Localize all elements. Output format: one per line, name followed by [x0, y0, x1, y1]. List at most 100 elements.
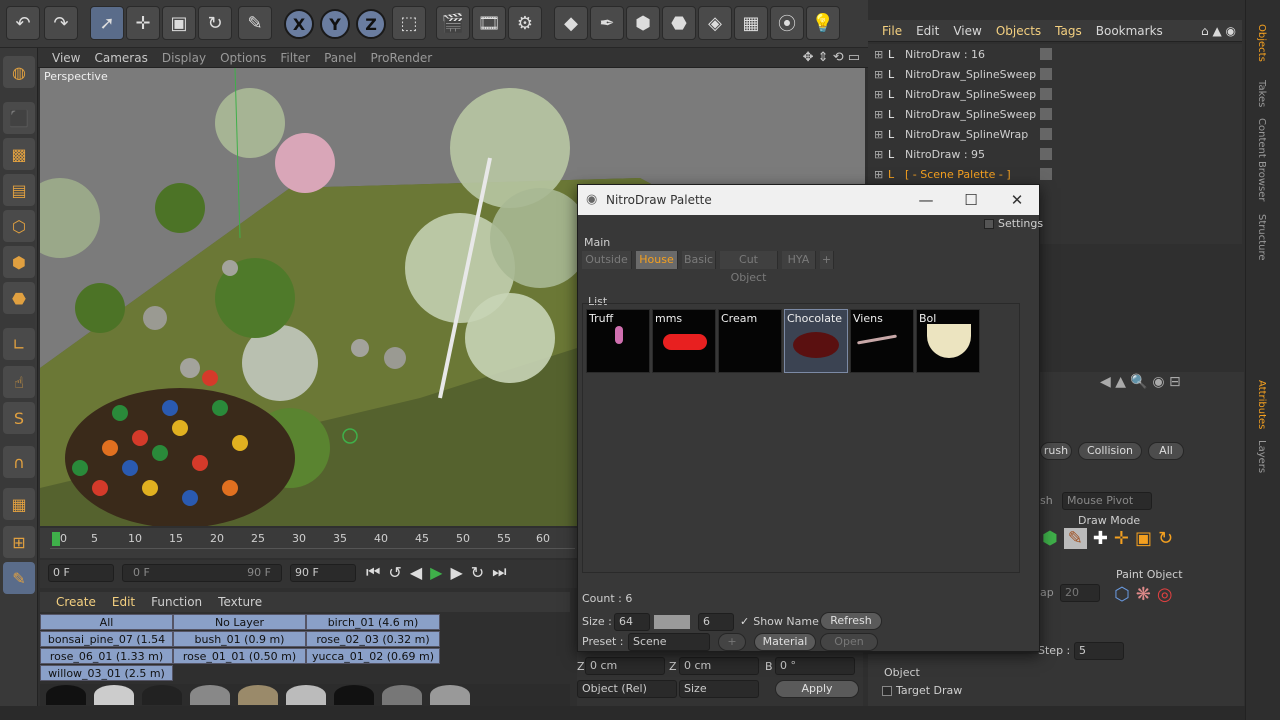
target-draw-row[interactable]: Target Draw [882, 684, 962, 697]
camera-icon[interactable]: ⦿ [770, 6, 804, 40]
select-tool-icon[interactable]: ➚ [90, 6, 124, 40]
viewport-menu-display[interactable]: Display [162, 51, 206, 65]
gap-field[interactable]: 20 [1060, 584, 1100, 602]
material-menu-edit[interactable]: Edit [112, 595, 135, 609]
mouse-pivot-dropdown[interactable]: Mouse Pivot [1062, 492, 1152, 510]
viewport-menu-options[interactable]: Options [220, 51, 266, 65]
visibility-toggle[interactable] [1040, 48, 1052, 60]
preview-range-slider[interactable]: 0 F 90 F [122, 564, 282, 582]
layer-item[interactable]: willow_03_01 (2.5 m) [40, 665, 173, 681]
attr-tab-all[interactable]: All [1148, 442, 1184, 460]
axis-mode-icon[interactable]: ∟ [3, 328, 35, 360]
deformer-icon[interactable]: ◈ [698, 6, 732, 40]
layer-item[interactable]: bonsai_pine_07 (1.54 m) [40, 631, 173, 662]
rotation-b-field[interactable]: 0 ° [775, 657, 855, 675]
tab-objects[interactable]: Objects [1256, 24, 1267, 62]
workplane-icon[interactable]: ▤ [3, 174, 35, 206]
palette-item-cream[interactable]: Cream [718, 309, 782, 373]
rotate-tool-icon[interactable]: ↻ [198, 6, 232, 40]
spline-pen-icon[interactable]: ✒ [590, 6, 624, 40]
columns-field[interactable]: 6 [698, 613, 734, 631]
redo-icon[interactable]: ↷ [44, 6, 78, 40]
attribute-nav-icons[interactable]: ◀ ▲ 🔍 ◉ ⊟ [1100, 374, 1181, 390]
paint-object-target-icon[interactable]: ◎ [1157, 584, 1173, 605]
object-row[interactable]: ⊞ L NitroDraw_SplineSweep [868, 104, 1242, 124]
tab-layers[interactable]: Layers [1256, 440, 1267, 473]
tab-house[interactable]: House [636, 251, 678, 269]
visibility-toggle[interactable] [1040, 68, 1052, 80]
visibility-toggle[interactable] [1040, 88, 1052, 100]
texture-mode-icon[interactable]: ▩ [3, 138, 35, 170]
viewport-menu-view[interactable]: View [52, 51, 80, 65]
make-editable-icon[interactable]: ◍ [3, 56, 35, 88]
material-swatch[interactable] [94, 685, 134, 705]
viewport-menu-prorender[interactable]: ProRender [370, 51, 432, 65]
maximize-icon[interactable]: ☐ [956, 189, 986, 211]
end-frame-field[interactable]: 90 F [290, 564, 356, 582]
layer-item[interactable]: rose_02_03 (0.32 m) [306, 631, 440, 647]
brush-tool-icon[interactable]: ✎ [238, 6, 272, 40]
paint-object-cube-icon[interactable]: ⬡ [1114, 584, 1130, 605]
y-axis-button[interactable]: Y [320, 9, 350, 39]
viewport-menu-cameras[interactable]: Cameras [94, 51, 147, 65]
layer-item[interactable]: rose_01_01 (0.50 m) [173, 648, 306, 664]
scale-tool-icon[interactable]: ▣ [162, 6, 196, 40]
tab-takes[interactable]: Takes [1256, 80, 1267, 107]
layer-item[interactable]: bush_01 (0.9 m) [173, 631, 306, 647]
object-row[interactable]: ⊞ L NitroDraw : 95 [868, 144, 1242, 164]
paint-mode-icon[interactable]: ✎ [1063, 528, 1087, 549]
settings-row[interactable]: Settings [984, 217, 1043, 230]
material-swatch[interactable] [286, 685, 326, 705]
object-menu-edit[interactable]: Edit [916, 24, 939, 38]
timeline-playhead[interactable] [52, 532, 60, 546]
layer-item[interactable]: rose_06_01 (1.33 m) [40, 648, 173, 664]
grid-lock-icon[interactable]: ▦ [3, 488, 35, 520]
refresh-button[interactable]: Refresh [820, 612, 882, 630]
settings-checkbox[interactable] [984, 218, 994, 229]
light-icon[interactable]: 💡 [806, 6, 840, 40]
show-name-row[interactable]: ✓ Show Name [740, 615, 819, 628]
material-swatch[interactable] [238, 685, 278, 705]
model-mode-icon[interactable]: ⬛ [3, 102, 35, 134]
tab-outside[interactable]: Outside [582, 251, 632, 269]
attr-tab-brush[interactable]: rush [1040, 442, 1072, 460]
array-icon[interactable]: ⬣ [662, 6, 696, 40]
material-menu-function[interactable]: Function [151, 595, 202, 609]
material-swatch[interactable] [142, 685, 182, 705]
material-swatch[interactable] [430, 685, 470, 705]
palette-item-bol[interactable]: Bol [916, 309, 980, 373]
palette-titlebar[interactable]: ◉ NitroDraw Palette — ☐ ✕ [578, 185, 1039, 215]
expand-icon[interactable]: ⊞ [874, 88, 883, 101]
go-to-end-icon[interactable]: ⏭ [492, 562, 506, 582]
target-draw-checkbox[interactable] [882, 685, 892, 696]
edges-mode-icon[interactable]: ⬢ [3, 246, 35, 278]
paint-brush-icon[interactable]: ✎ [3, 562, 35, 594]
palette-item-chocolate[interactable]: Chocolate [784, 309, 848, 373]
add-mode-icon[interactable]: ✚ [1093, 528, 1108, 549]
next-frame-icon[interactable]: ▶ [450, 563, 462, 582]
magnet-icon[interactable]: ∩ [3, 446, 35, 478]
tab-attributes[interactable]: Attributes [1256, 380, 1267, 429]
apply-button[interactable]: Apply [775, 680, 859, 698]
palette-item-truff[interactable]: Truff [586, 309, 650, 373]
render-view-icon[interactable]: 🎬 [436, 6, 470, 40]
tab-hya[interactable]: HYA [782, 251, 816, 269]
viewport-menu-panel[interactable]: Panel [324, 51, 356, 65]
current-frame-field[interactable]: 0 F [48, 564, 114, 582]
visibility-toggle[interactable] [1040, 168, 1052, 180]
timeline-ruler[interactable]: 0 5 10 15 20 25 30 35 40 45 50 55 60 [40, 528, 580, 558]
grid-snap-icon[interactable]: ⊞ [3, 526, 35, 558]
tab-basic[interactable]: Basic [682, 251, 716, 269]
tab-cut-object[interactable]: Cut Object [720, 251, 778, 284]
expand-icon[interactable]: ⊞ [874, 128, 883, 141]
object-row[interactable]: ⊞ L NitroDraw_SplineSweep [868, 64, 1242, 84]
points-mode-icon[interactable]: ⬡ [3, 210, 35, 242]
render-picture-viewer-icon[interactable]: 🎞 [472, 6, 506, 40]
previous-key-icon[interactable]: ↺ [388, 563, 401, 582]
material-swatch[interactable] [334, 685, 374, 705]
render-settings-icon[interactable]: ⚙ [508, 6, 542, 40]
size-slider[interactable] [654, 615, 690, 629]
material-swatch[interactable] [382, 685, 422, 705]
object-row[interactable]: ⊞ L NitroDraw : 16 [868, 44, 1242, 64]
tweak-mode-icon[interactable]: ☝ [3, 366, 35, 398]
